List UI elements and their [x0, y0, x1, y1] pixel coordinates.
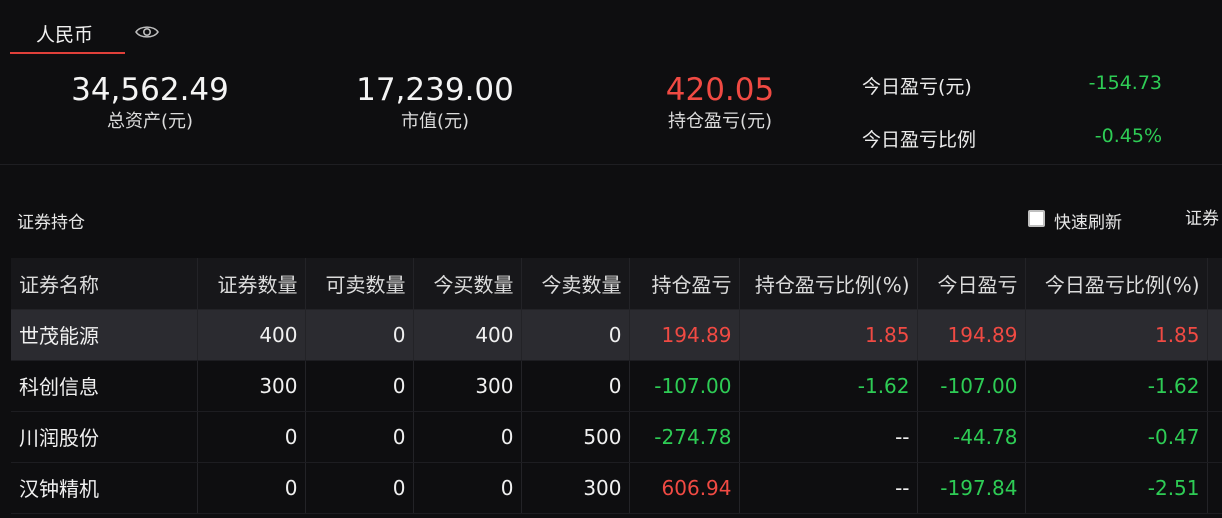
column-header[interactable]: 证券名称 [11, 258, 198, 310]
table-cell: 300 [413, 360, 522, 412]
table-cell: -274.78 [629, 411, 740, 463]
quick-refresh-label: 快速刷新 [1054, 213, 1122, 233]
today-pnl-ratio-label: 今日盈亏比例 [862, 129, 977, 151]
table-cell: -107.00 [917, 360, 1026, 412]
column-header[interactable]: 证券数量 [197, 258, 306, 310]
account-summary: 人民币 34,562.49 总资产(元) 17,239.00 市值(元) 420… [0, 0, 1222, 165]
table-cell: 汉钟精机 [11, 462, 198, 514]
column-header[interactable]: 可卖数量 [305, 258, 414, 310]
table-cell: 0 [305, 411, 414, 463]
table-cell: 500 [521, 411, 630, 463]
table-cell-overflow [1207, 360, 1222, 412]
currency-tab-rmb[interactable]: 人民币 [10, 12, 125, 54]
column-header[interactable]: 持仓盈亏比例(%) [739, 258, 918, 310]
today-pnl-label: 今日盈亏(元) [862, 76, 972, 98]
table-header-row: 证券名称 证券数量 可卖数量 今买数量 今卖数量 持仓盈亏 持仓盈亏比例(%) … [11, 258, 1222, 310]
today-pnl-ratio-value: -0.45% [1094, 125, 1162, 147]
total-assets-value: 34,562.49 [71, 72, 229, 108]
table-cell: 0 [521, 360, 630, 412]
today-pnl-row: 今日盈亏(元) -154.73 [862, 72, 1202, 102]
table-row[interactable]: 科创信息 300 0 300 0 -107.00 -1.62 -107.00 -… [11, 360, 1222, 412]
position-pnl-value: 420.05 [665, 72, 775, 108]
section-title: 证券持仓 [17, 213, 85, 233]
table-cell: 0 [305, 360, 414, 412]
table-cell: 0 [305, 462, 414, 514]
column-header[interactable]: 今买数量 [413, 258, 522, 310]
table-row[interactable]: 世茂能源 400 0 400 0 194.89 1.85 194.89 1.85 [11, 309, 1222, 361]
position-pnl-label: 持仓盈亏(元) [667, 111, 773, 132]
market-value-label: 市值(元) [400, 111, 470, 132]
table-cell-overflow [1207, 411, 1222, 463]
table-cell: 194.89 [917, 309, 1026, 361]
table-cell: -44.78 [917, 411, 1026, 463]
table-cell: -- [739, 462, 918, 514]
table-cell: -- [739, 411, 918, 463]
table-cell: 400 [413, 309, 522, 361]
today-pnl-value: -154.73 [1088, 72, 1162, 94]
column-header-overflow [1207, 258, 1222, 310]
table-cell: -197.84 [917, 462, 1026, 514]
table-cell: 0 [413, 411, 522, 463]
table-cell: -107.00 [629, 360, 740, 412]
table-cell: 1.85 [1025, 309, 1208, 361]
position-pnl-stat: 420.05 持仓盈亏(元) [610, 70, 830, 134]
column-header[interactable]: 今卖数量 [521, 258, 630, 310]
table-cell-overflow [1207, 309, 1222, 361]
today-pnl-ratio-row: 今日盈亏比例 -0.45% [862, 125, 1202, 155]
table-cell: -0.47 [1025, 411, 1208, 463]
table-cell: 川润股份 [11, 411, 198, 463]
table-cell: 0 [197, 411, 306, 463]
column-header[interactable]: 持仓盈亏 [629, 258, 740, 310]
table-cell: 1.85 [739, 309, 918, 361]
total-assets-stat: 34,562.49 总资产(元) [40, 70, 260, 134]
table-row[interactable]: 汉钟精机 0 0 0 300 606.94 -- -197.84 -2.51 [11, 462, 1222, 514]
column-header[interactable]: 今日盈亏比例(%) [1025, 258, 1208, 310]
table-cell: 0 [197, 462, 306, 514]
holdings-section-bar: 证券持仓 快速刷新 证券 [0, 182, 1222, 254]
table-cell: -2.51 [1025, 462, 1208, 514]
table-cell: -1.62 [1025, 360, 1208, 412]
table-cell: -1.62 [739, 360, 918, 412]
table-cell: 0 [305, 309, 414, 361]
market-value-value: 17,239.00 [356, 72, 514, 108]
total-assets-label: 总资产(元) [106, 111, 194, 132]
table-cell-overflow [1207, 462, 1222, 514]
table-cell: 300 [197, 360, 306, 412]
table-cell: 0 [413, 462, 522, 514]
column-header[interactable]: 今日盈亏 [917, 258, 1026, 310]
table-cell: 606.94 [629, 462, 740, 514]
table-cell: 400 [197, 309, 306, 361]
market-value-stat: 17,239.00 市值(元) [325, 70, 545, 134]
truncated-tab-label[interactable]: 证券 [1185, 204, 1219, 229]
table-cell: 300 [521, 462, 630, 514]
table-cell: 世茂能源 [11, 309, 198, 361]
table-cell: 科创信息 [11, 360, 198, 412]
eye-icon[interactable] [135, 24, 159, 40]
holdings-table-container: 证券名称 证券数量 可卖数量 今买数量 今卖数量 持仓盈亏 持仓盈亏比例(%) … [11, 258, 1222, 518]
table-cell: 0 [521, 309, 630, 361]
currency-tab-label: 人民币 [36, 24, 94, 46]
table-row[interactable]: 川润股份 0 0 0 500 -274.78 -- -44.78 -0.47 [11, 411, 1222, 463]
table-cell: 194.89 [629, 309, 740, 361]
holdings-table: 证券名称 证券数量 可卖数量 今买数量 今卖数量 持仓盈亏 持仓盈亏比例(%) … [11, 258, 1222, 514]
quick-refresh-checkbox[interactable] [1028, 210, 1045, 227]
